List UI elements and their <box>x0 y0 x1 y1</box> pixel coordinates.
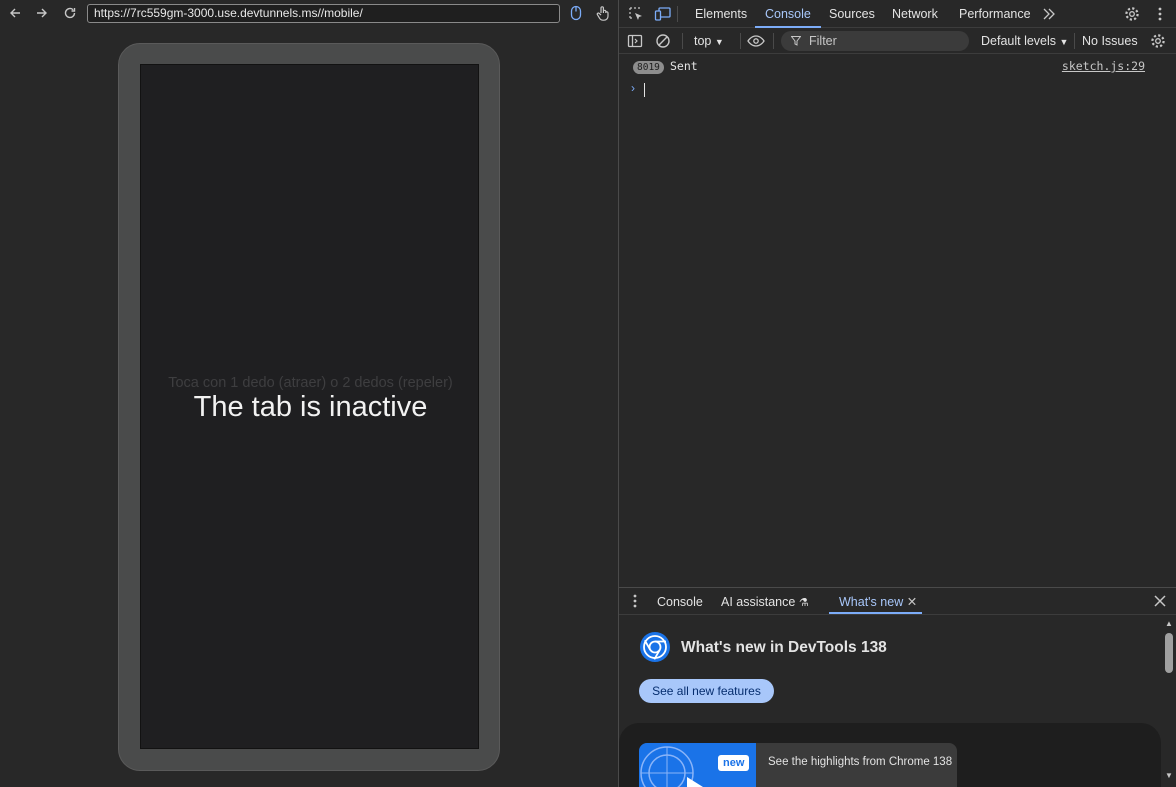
highlights-card[interactable]: new See the highlights from Chrome 138 <box>639 743 957 787</box>
close-drawer-button[interactable] <box>1150 591 1170 611</box>
touch-hint-text: Toca con 1 dedo (atraer) o 2 dedos (repe… <box>168 375 453 391</box>
drawer-menu-button[interactable] <box>625 591 645 611</box>
screen-root: https://7rc559gm-3000.use.devtunnels.ms/… <box>0 0 1176 787</box>
log-levels-dropdown[interactable]: Default levels ▼ <box>981 28 1068 54</box>
mouse-emulation-button[interactable] <box>567 4 585 22</box>
tab-elements[interactable]: Elements <box>695 0 747 28</box>
address-bar: https://7rc559gm-3000.use.devtunnels.ms/… <box>0 0 618 27</box>
drawer-scrollbar[interactable]: ▲ ▼ <box>1161 615 1176 787</box>
kebab-menu-icon <box>633 594 637 608</box>
devtools-logo-icon <box>640 632 670 662</box>
tab-console[interactable]: Console <box>755 0 821 28</box>
see-all-features-button[interactable]: See all new features <box>639 679 774 703</box>
highlights-card-text: See the highlights from Chrome 138 <box>768 756 953 768</box>
toolbar-divider <box>1074 33 1075 49</box>
issues-counter[interactable]: No Issues <box>1082 28 1138 54</box>
tab-performance[interactable]: Performance <box>959 0 1031 28</box>
active-tab-indicator <box>829 612 922 614</box>
devtools-panel: Elements Console Sources Network Perform… <box>618 0 1176 787</box>
arrow-right-icon <box>37 8 47 18</box>
back-button[interactable] <box>4 2 26 24</box>
sidebar-icon <box>627 34 643 48</box>
tab-sources[interactable]: Sources <box>829 0 875 28</box>
toolbar-divider <box>740 33 741 49</box>
gear-icon <box>1125 7 1139 21</box>
settings-button[interactable] <box>1122 4 1142 24</box>
caret-down-icon: ▼ <box>714 37 724 47</box>
gear-icon <box>1151 34 1165 48</box>
drawer-tab-ai-assistance[interactable]: AI assistance ⚗ <box>721 588 809 615</box>
chevron-double-right-icon <box>1043 8 1055 20</box>
device-icon <box>654 7 671 21</box>
console-settings-button[interactable] <box>1148 31 1168 51</box>
filter-placeholder: Filter <box>809 34 837 48</box>
repeat-count-badge: 8019 <box>633 61 664 74</box>
drawer-tabbar: Console AI assistance ⚗ What's new ✕ <box>619 587 1176 615</box>
prompt-chevron-icon: › <box>631 81 635 95</box>
scroll-up-icon[interactable]: ▲ <box>1165 619 1173 628</box>
inspect-element-button[interactable] <box>626 4 646 24</box>
arrow-left-icon <box>10 8 20 18</box>
tab-network[interactable]: Network <box>892 0 938 28</box>
touch-emulation-button[interactable] <box>594 4 612 22</box>
more-tabs-button[interactable] <box>1039 4 1059 24</box>
reload-icon <box>64 7 76 19</box>
filter-icon <box>791 36 801 46</box>
whats-new-panel: What's new in DevTools 138 See all new f… <box>619 615 1176 787</box>
drawer-tab-ai-label: AI assistance <box>721 595 796 609</box>
highlights-thumbnail: new <box>639 743 756 787</box>
inactive-tab-overlay: The tab is inactive <box>193 391 428 423</box>
context-selector[interactable]: top ▼ <box>694 28 724 54</box>
device-toolbar-button[interactable] <box>653 4 673 24</box>
scrollbar-thumb[interactable] <box>1165 633 1173 673</box>
devtools-tabbar: Elements Console Sources Network Perform… <box>619 0 1176 28</box>
log-message: Sent <box>670 59 698 73</box>
clear-console-button[interactable] <box>653 31 673 51</box>
drawer-tab-whats-new[interactable]: What's new ✕ <box>839 588 917 615</box>
drawer-tab-console[interactable]: Console <box>657 588 703 615</box>
whats-new-title: What's new in DevTools 138 <box>681 639 887 656</box>
flask-icon: ⚗ <box>798 597 809 609</box>
reload-button[interactable] <box>59 2 81 24</box>
devtools-menu-button[interactable] <box>1150 4 1170 24</box>
url-input[interactable]: https://7rc559gm-3000.use.devtunnels.ms/… <box>87 4 560 23</box>
drawer-tab-whats-new-label: What's new <box>839 595 904 609</box>
block-icon <box>656 34 670 48</box>
log-source-link[interactable]: sketch.js:29 <box>1062 59 1145 73</box>
inspect-icon <box>629 7 642 20</box>
live-expression-button[interactable] <box>746 31 766 51</box>
console-output[interactable]: 8019 Sent sketch.js:29 › <box>619 54 1176 587</box>
caret-down-icon: ▼ <box>1059 37 1069 47</box>
device-screen[interactable]: Toca con 1 dedo (atraer) o 2 dedos (repe… <box>140 64 479 749</box>
console-toolbar: top ▼ Filter Default levels ▼ No Issues <box>619 28 1176 54</box>
log-levels-value: Default levels <box>981 34 1057 48</box>
mouse-icon <box>570 5 582 21</box>
page-viewport: https://7rc559gm-3000.use.devtunnels.ms/… <box>0 0 618 787</box>
new-badge: new <box>718 755 750 771</box>
touch-icon <box>596 6 609 21</box>
tabbar-divider <box>677 6 678 22</box>
context-value: top <box>694 34 712 48</box>
close-icon <box>1154 595 1166 607</box>
show-sidebar-button[interactable] <box>625 31 645 51</box>
kebab-menu-icon <box>1158 7 1162 21</box>
close-tab-icon[interactable]: ✕ <box>907 595 917 609</box>
console-input-caret[interactable] <box>644 83 645 97</box>
eye-icon <box>747 35 765 47</box>
console-log-row: 8019 Sent sketch.js:29 <box>619 58 1176 76</box>
scroll-down-icon[interactable]: ▼ <box>1165 771 1173 780</box>
toolbar-divider <box>773 33 774 49</box>
filter-input[interactable]: Filter <box>781 31 969 51</box>
toolbar-divider <box>682 33 683 49</box>
forward-button[interactable] <box>31 2 53 24</box>
